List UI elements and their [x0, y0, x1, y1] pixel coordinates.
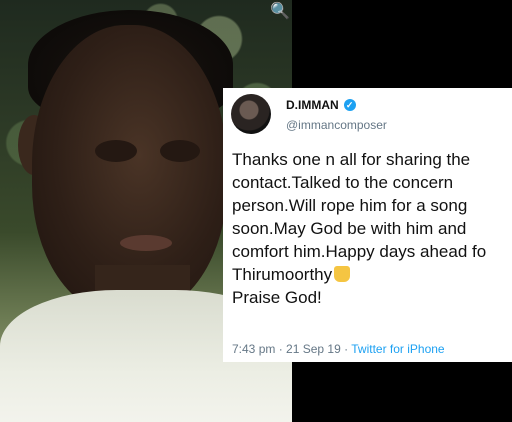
separator: · — [344, 342, 349, 356]
tweet-time[interactable]: 7:43 pm — [232, 342, 275, 356]
tweet-line: Thanks one n all for sharing the — [232, 150, 471, 169]
tweet-line: Thirumoorthy — [232, 265, 333, 284]
author-row: D.IMMAN ✓ — [286, 98, 356, 112]
display-name[interactable]: D.IMMAN — [286, 98, 339, 112]
mouth — [120, 235, 172, 251]
tweet-line: soon.May God be with him and — [232, 219, 467, 238]
right-eye — [160, 140, 200, 162]
avatar[interactable] — [231, 94, 271, 134]
tweet-line: comfort him.Happy days ahead fo — [232, 242, 487, 261]
tweet-line: contact.Talked to the concern — [232, 173, 454, 192]
tweet-date[interactable]: 21 Sep 19 — [286, 342, 341, 356]
tweet-card: D.IMMAN ✓ @immancomposer Thanks one n al… — [223, 88, 512, 362]
tweet-text: Thanks one n all for sharing the contact… — [232, 148, 512, 309]
zoom-icon[interactable]: 🔍 — [270, 2, 290, 22]
tweet-line: Praise God! — [232, 288, 322, 307]
verified-icon: ✓ — [343, 99, 356, 111]
handle[interactable]: @immancomposer — [286, 118, 387, 132]
separator: · — [278, 342, 283, 356]
tweet-meta: 7:43 pm · 21 Sep 19 · Twitter for iPhone — [232, 342, 445, 356]
tweet-source-link[interactable]: Twitter for iPhone — [351, 342, 444, 356]
tweet-line-with-emoji: Thirumoorthy — [232, 263, 512, 286]
tweet-line: person.Will rope him for a song — [232, 196, 468, 215]
left-eye — [95, 140, 137, 162]
thumbs-up-icon — [334, 266, 351, 282]
